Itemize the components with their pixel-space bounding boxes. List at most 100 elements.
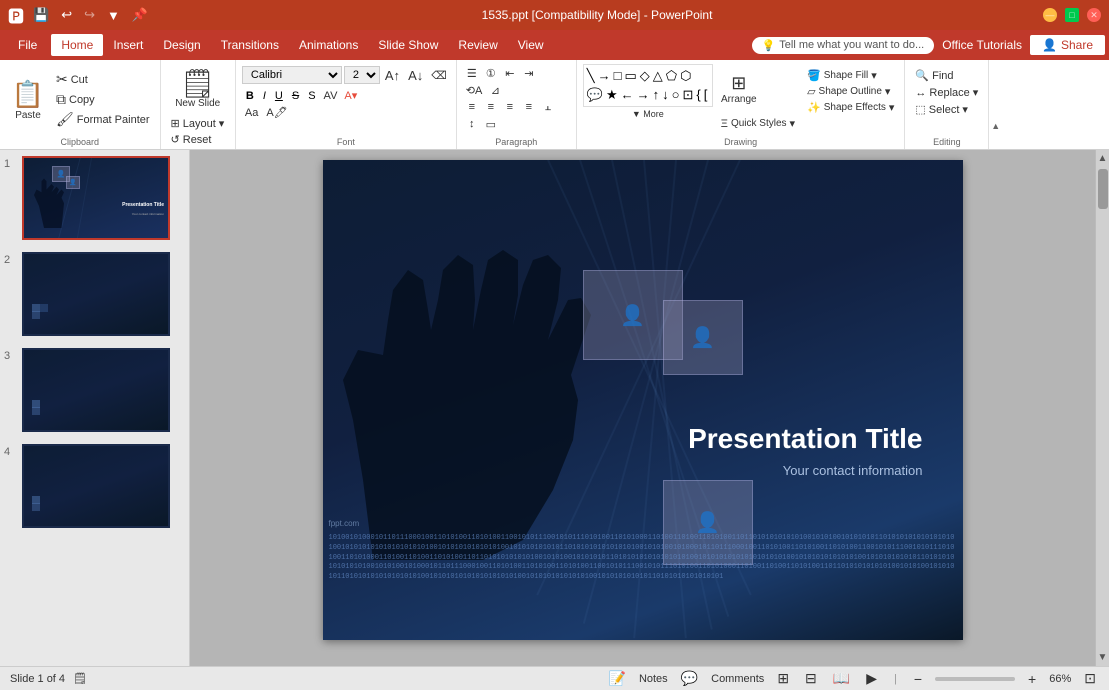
find-button[interactable]: 🔍 Find <box>911 68 982 83</box>
scroll-thumb[interactable] <box>1098 169 1108 209</box>
comments-button[interactable]: 💬 <box>678 670 701 687</box>
notes-label[interactable]: Notes <box>639 673 668 685</box>
clear-format-button[interactable]: ⌫ <box>428 68 450 83</box>
zoom-out-button[interactable]: − <box>911 671 925 687</box>
slide-thumbnail-2[interactable] <box>22 252 170 336</box>
shape-outline-button[interactable]: ▱ Shape Outline ▾ <box>803 84 898 99</box>
normal-view-button[interactable]: ⊞ <box>774 670 792 687</box>
share-button[interactable]: 👤 Share <box>1030 35 1105 55</box>
copy-button[interactable]: ⧉ Copy <box>52 90 99 109</box>
scroll-down-button[interactable]: ▼ <box>1095 649 1109 666</box>
save-button[interactable]: 💾 <box>30 6 52 24</box>
cut-button[interactable]: ✂ Cut <box>52 70 92 89</box>
slide-info-icon[interactable]: 🗒 <box>73 672 87 685</box>
text-highlight-button[interactable]: A🖊 <box>263 105 290 120</box>
slide-thumbnail-3[interactable] <box>22 348 170 432</box>
columns-button[interactable]: ⫠ <box>539 100 557 115</box>
slideshow-button[interactable]: ▶ <box>863 670 880 687</box>
menu-animations[interactable]: Animations <box>289 34 368 56</box>
strikethrough-button[interactable]: S <box>288 89 303 103</box>
right-scrollbar[interactable]: ▲ ▼ <box>1095 150 1109 666</box>
shape-pentagon[interactable]: ⬠ <box>665 67 678 85</box>
redo-button[interactable]: ↪ <box>81 6 98 24</box>
shape-hexagon[interactable]: ⬡ <box>679 67 692 85</box>
slide-thumb-3[interactable]: 3 <box>0 342 189 438</box>
slide-title[interactable]: Presentation Title <box>688 423 922 455</box>
shape-triangle[interactable]: △ <box>652 67 664 85</box>
shape-star[interactable]: ★ <box>605 86 619 104</box>
shape-diamond[interactable]: ◇ <box>639 67 651 85</box>
maximize-button[interactable]: □ <box>1065 8 1079 22</box>
new-slide-button[interactable]: 🗒 New Slide <box>167 64 229 114</box>
menu-design[interactable]: Design <box>153 34 210 56</box>
arrange-button[interactable]: ⊞ Arrange <box>717 64 761 114</box>
shape-bracket[interactable]: [ <box>703 86 709 104</box>
increase-indent-button[interactable]: ⇥ <box>520 66 538 81</box>
shape-up-arrow[interactable]: ↑ <box>652 86 661 104</box>
format-painter-button[interactable]: 🖌 Format Painter <box>52 110 154 129</box>
shapes-more-button[interactable]: ▼ More <box>583 108 713 120</box>
slide-thumb-2[interactable]: 2 <box>0 246 189 342</box>
align-center-button[interactable]: ≡ <box>482 100 500 115</box>
shape-down-arrow[interactable]: ↓ <box>661 86 670 104</box>
customize-quick-access[interactable]: ▼ <box>104 7 123 24</box>
shape-oval[interactable]: ○ <box>671 86 681 104</box>
bullets-button[interactable]: ☰ <box>463 66 481 81</box>
shape-cylinder[interactable]: ⊡ <box>682 86 695 104</box>
font-color-button[interactable]: A▾ <box>341 88 360 103</box>
text-box-button[interactable]: ▭ <box>482 117 500 132</box>
shape-effects-button[interactable]: ✨ Shape Effects ▾ <box>803 100 898 115</box>
replace-button[interactable]: ↔ Replace ▾ <box>911 85 982 100</box>
shape-rect[interactable]: □ <box>613 67 623 85</box>
underline-button[interactable]: U <box>271 89 287 103</box>
office-tutorials-link[interactable]: Office Tutorials <box>942 38 1022 52</box>
shape-callout[interactable]: 💬 <box>586 86 604 104</box>
close-button[interactable]: ✕ <box>1087 8 1101 22</box>
layout-button[interactable]: ⊞ Layout ▾ <box>167 116 229 131</box>
shape-rounded-rect[interactable]: ▭ <box>623 67 637 85</box>
justify-button[interactable]: ≡ <box>520 100 538 115</box>
menu-view[interactable]: View <box>508 34 554 56</box>
notes-button[interactable]: 📝 <box>606 670 629 687</box>
decrease-font-button[interactable]: A↓ <box>405 67 426 84</box>
font-family-select[interactable]: Calibri <box>242 66 342 84</box>
undo-button[interactable]: ↩ <box>58 6 75 24</box>
minimize-button[interactable]: — <box>1043 8 1057 22</box>
slide-thumbnail-4[interactable] <box>22 444 170 528</box>
reading-view-button[interactable]: 📖 <box>830 670 853 687</box>
zoom-in-button[interactable]: + <box>1025 671 1039 687</box>
main-slide[interactable]: 👤 👤 👤 Presentation Title Your contact in… <box>323 160 963 640</box>
shape-line[interactable]: ╲ <box>586 67 596 85</box>
slide-thumb-1[interactable]: 1 👤 👤 Presentation Title Your contact <box>0 150 189 246</box>
line-spacing-button[interactable]: ↕ <box>463 117 481 132</box>
font-size-select[interactable]: 24 <box>344 66 380 84</box>
italic-button[interactable]: I <box>259 89 270 103</box>
increase-font-button[interactable]: A↑ <box>382 67 403 84</box>
slide-thumb-4[interactable]: 4 <box>0 438 189 534</box>
zoom-slider[interactable] <box>935 677 1015 681</box>
shape-fill-button[interactable]: 🪣 Shape Fill ▾ <box>803 68 898 83</box>
menu-file[interactable]: File <box>4 34 51 56</box>
align-right-button[interactable]: ≡ <box>501 100 519 115</box>
ribbon-collapse-button[interactable]: ▲ <box>991 121 1000 131</box>
text-direction-button[interactable]: ⟲A <box>463 83 486 98</box>
text-shadow-button[interactable]: S <box>304 89 319 103</box>
paste-button[interactable]: 📋 Paste <box>6 73 50 127</box>
shape-right-arrow[interactable]: → <box>636 86 651 104</box>
menu-transitions[interactable]: Transitions <box>211 34 289 56</box>
shape-brace[interactable]: { <box>695 86 701 104</box>
slide-thumbnail-1[interactable]: 👤 👤 Presentation Title Your contact info… <box>22 156 170 240</box>
reset-button[interactable]: ↺ Reset <box>167 132 216 147</box>
char-spacing-button[interactable]: AV <box>321 89 341 103</box>
slide-workspace[interactable]: 👤 👤 👤 Presentation Title Your contact in… <box>190 150 1095 666</box>
text-case-button[interactable]: Aa <box>242 106 261 120</box>
align-left-button[interactable]: ≡ <box>463 100 481 115</box>
shape-left-arrow[interactable]: ← <box>620 86 635 104</box>
slide-sorter-button[interactable]: ⊟ <box>802 670 820 687</box>
quick-styles-button[interactable]: Ξ Quick Styles ▾ <box>717 116 799 131</box>
comments-label[interactable]: Comments <box>711 673 764 685</box>
tell-me-input[interactable]: 💡 Tell me what you want to do... <box>752 37 935 54</box>
menu-insert[interactable]: Insert <box>103 34 153 56</box>
bold-button[interactable]: B <box>242 89 258 103</box>
menu-home[interactable]: Home <box>51 34 103 56</box>
